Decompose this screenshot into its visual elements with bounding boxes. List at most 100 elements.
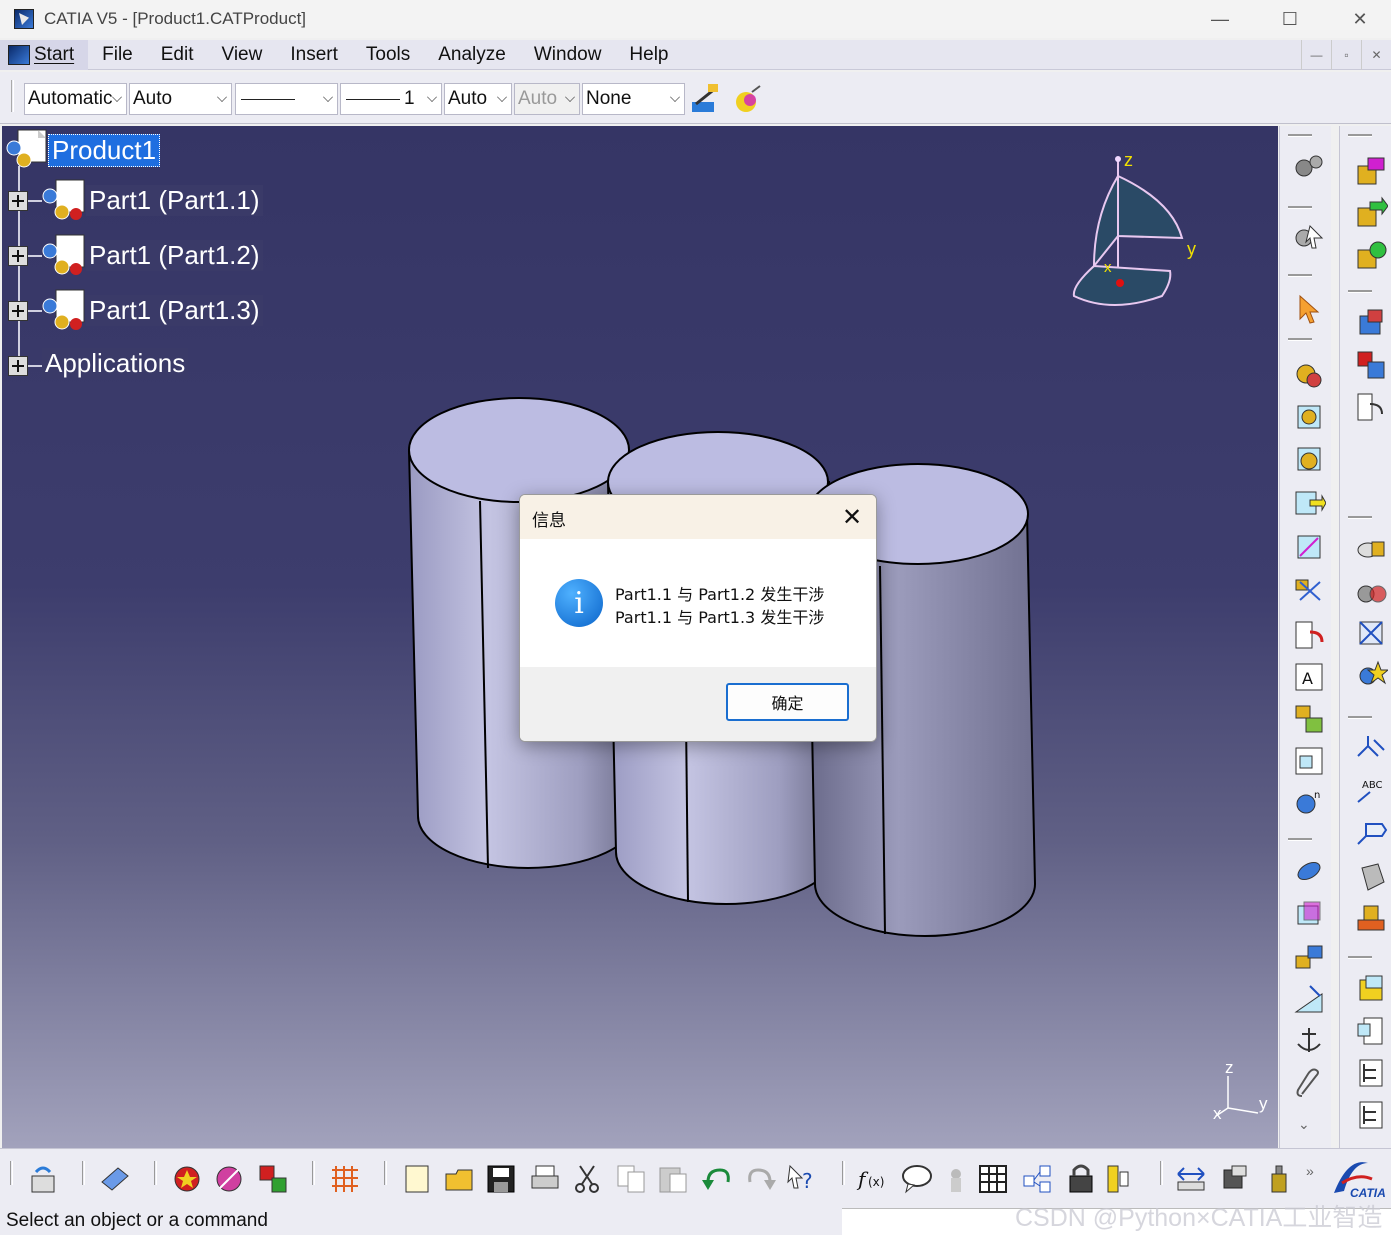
weld-feature-icon[interactable]	[1354, 732, 1388, 766]
menu-analyze[interactable]: Analyze	[424, 40, 520, 70]
cut-icon[interactable]	[570, 1162, 604, 1196]
manipulation-icon[interactable]	[1354, 306, 1388, 340]
toolbar-grip[interactable]	[1160, 1161, 1163, 1185]
toolbar-grip[interactable]	[10, 1161, 13, 1185]
point-symbol-combo[interactable]: Auto	[444, 83, 512, 115]
offset-constraint-icon[interactable]	[1292, 940, 1326, 974]
transparency-combo[interactable]: Auto	[129, 83, 232, 115]
tree-label-part1-2[interactable]: Part1 (Part1.2)	[86, 239, 263, 271]
tree-node-part1-2[interactable]: Part1 (Part1.2)	[42, 233, 263, 277]
catalog-book-icon[interactable]	[98, 1162, 132, 1196]
toolbar-grip[interactable]	[154, 1161, 157, 1185]
mdi-close-button[interactable]: ✕	[1361, 40, 1391, 70]
tree-label-applications[interactable]: Applications	[42, 348, 189, 379]
move-gears-icon[interactable]	[1292, 220, 1326, 254]
menu-window[interactable]: Window	[520, 40, 616, 70]
menu-tools[interactable]: Tools	[352, 40, 424, 70]
close-window-button[interactable]: ✕	[1325, 0, 1391, 38]
tree-expander-part1-2[interactable]	[8, 246, 28, 266]
print-icon[interactable]	[528, 1162, 562, 1196]
whats-this-icon[interactable]: ?	[786, 1162, 820, 1196]
copy-icon[interactable]	[614, 1162, 648, 1196]
fix-component-icon[interactable]	[1292, 1024, 1326, 1058]
spot-icon[interactable]	[1354, 658, 1388, 692]
manage-representations-icon[interactable]: A	[1292, 660, 1326, 694]
measure-between-icon[interactable]	[1174, 1162, 1208, 1196]
bill-of-material-icon[interactable]	[1354, 1014, 1388, 1048]
thickness-combo[interactable]: 1	[340, 83, 442, 115]
new-component-icon[interactable]	[1292, 400, 1326, 434]
color-combo[interactable]: Automatic	[24, 83, 127, 115]
angle-constraint-icon[interactable]	[1292, 982, 1326, 1016]
menu-insert[interactable]: Insert	[276, 40, 352, 70]
compass[interactable]	[1072, 156, 1184, 306]
mdi-minimize-button[interactable]: —	[1301, 40, 1331, 70]
mdi-restore-button[interactable]: ▫	[1331, 40, 1361, 70]
new-product-icon[interactable]	[1292, 442, 1326, 476]
redo-icon[interactable]	[744, 1162, 778, 1196]
toolbar-grip[interactable]	[11, 80, 14, 112]
contact-constraint-icon[interactable]	[1292, 898, 1326, 932]
knowledge-comment-icon[interactable]	[900, 1162, 934, 1196]
tree-expander-applications[interactable]	[8, 356, 28, 376]
selective-load-icon[interactable]	[1292, 618, 1326, 652]
generate-numbering-icon[interactable]	[1292, 574, 1326, 608]
layer-combo[interactable]: None	[582, 83, 685, 115]
fit-all-icon[interactable]	[212, 1162, 246, 1196]
normal-view-icon[interactable]	[256, 1162, 290, 1196]
formula-icon[interactable]: f (x)	[856, 1162, 890, 1196]
graph-tree-reordering-icon[interactable]	[1292, 530, 1326, 564]
catia-3ds-logo[interactable]: CATIA	[1328, 1153, 1386, 1201]
select-arrow-icon[interactable]	[1292, 292, 1326, 326]
toolbar-grip[interactable]	[82, 1161, 85, 1185]
catalog-browser-icon[interactable]	[1354, 972, 1388, 1006]
toolbar-overflow-icon[interactable]: »	[1306, 1163, 1314, 1179]
coincidence-constraint-icon[interactable]	[1292, 854, 1326, 888]
knowledge-check-icon[interactable]	[942, 1162, 976, 1196]
paste-icon[interactable]	[656, 1162, 690, 1196]
constraints-gears-icon[interactable]	[1292, 150, 1326, 184]
fast-multi-instantiation-icon[interactable]	[1292, 744, 1326, 778]
product-tree-icon[interactable]	[1354, 1056, 1388, 1090]
sectioning-icon[interactable]	[1354, 574, 1388, 608]
tree-expander-part1-3[interactable]	[8, 301, 28, 321]
clash-icon[interactable]	[1354, 532, 1388, 566]
multi-instantiation-icon[interactable]	[1292, 702, 1326, 736]
toolbar-grip[interactable]	[312, 1161, 315, 1185]
explode-icon[interactable]	[1354, 390, 1388, 424]
product-tree-list-icon[interactable]	[1354, 1098, 1388, 1132]
measure-item-icon[interactable]	[1218, 1162, 1252, 1196]
save-icon[interactable]	[484, 1162, 518, 1196]
linetype-combo[interactable]	[235, 83, 338, 115]
existing-component-icon[interactable]	[1292, 358, 1326, 392]
painter-icon[interactable]	[688, 82, 722, 116]
text-with-leader-icon[interactable]: ABC	[1354, 774, 1388, 808]
distance-band-icon[interactable]	[1354, 616, 1388, 650]
scenes-icon[interactable]	[1354, 860, 1388, 894]
tree-label-part1-1[interactable]: Part1 (Part1.1)	[86, 184, 263, 216]
reuse-pattern-icon[interactable]: n	[1292, 786, 1326, 820]
tree-label-part1-3[interactable]: Part1 (Part1.3)	[86, 294, 263, 326]
existing-component-with-positioning-icon[interactable]	[1354, 154, 1388, 188]
replace-component-icon[interactable]	[1292, 486, 1326, 520]
fly-mode-icon[interactable]	[170, 1162, 204, 1196]
maximize-button[interactable]: ☐	[1255, 0, 1325, 38]
menu-view[interactable]: View	[208, 40, 277, 70]
flag-note-icon[interactable]	[1354, 816, 1388, 850]
tree-node-product1[interactable]: Product1	[4, 128, 161, 172]
grid-snap-icon[interactable]	[328, 1162, 362, 1196]
minimize-button[interactable]: —	[1185, 0, 1255, 38]
new-part-icon[interactable]	[1354, 196, 1388, 230]
enhanced-scene-icon[interactable]	[1354, 902, 1388, 936]
ok-button[interactable]: 确定	[726, 683, 849, 721]
lock-icon[interactable]	[1064, 1162, 1098, 1196]
snap-icon[interactable]	[1354, 348, 1388, 382]
undo-icon[interactable]	[700, 1162, 734, 1196]
fix-together-icon[interactable]	[1292, 1068, 1326, 1102]
toolbar-grip[interactable]	[384, 1161, 387, 1185]
new-file-icon[interactable]	[400, 1162, 434, 1196]
menu-file[interactable]: File	[88, 40, 147, 70]
update-icon[interactable]	[26, 1162, 60, 1196]
tree-node-applications[interactable]: Applications	[42, 348, 189, 379]
tree-label-product1[interactable]: Product1	[48, 133, 161, 167]
